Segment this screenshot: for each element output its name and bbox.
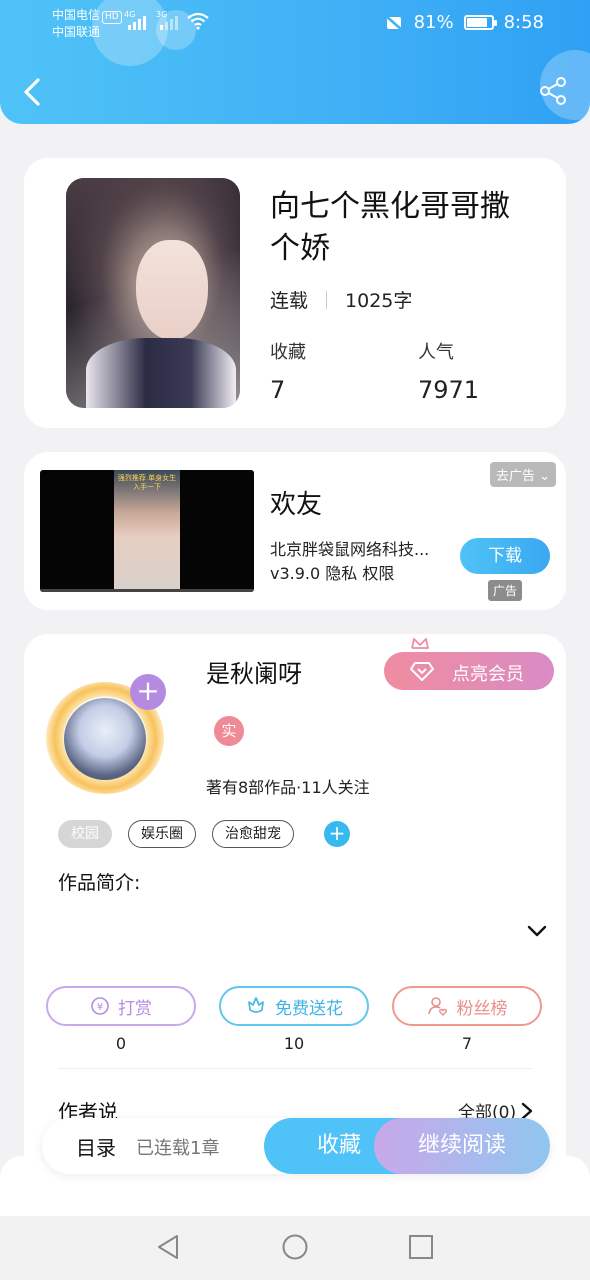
book-meta: 连载 1025字 — [270, 286, 412, 313]
mute-icon — [384, 14, 403, 31]
tag-item[interactable]: 治愈甜宠 — [212, 820, 294, 848]
fav-stat-label: 收藏 — [270, 342, 306, 363]
hd-badge: HD — [102, 11, 122, 24]
battery-icon — [463, 15, 497, 30]
fans-label: 粉丝榜 — [456, 998, 508, 1019]
fans-action: 粉丝榜 7 — [392, 986, 542, 1053]
back-icon[interactable] — [20, 76, 44, 108]
book-title: 向七个黑化哥哥撒个娇 — [270, 189, 510, 266]
carrier1-label: 中国电信 — [52, 8, 101, 22]
send-flower-button[interactable]: 免费送花 — [219, 986, 369, 1026]
add-tag-icon[interactable]: + — [324, 821, 350, 847]
wifi-icon — [187, 12, 209, 30]
ad-title: 欢友 — [270, 490, 323, 520]
flower-action: 免费送花 10 — [219, 986, 369, 1053]
genre-tags: 校园 娱乐圈 治愈甜宠 + — [58, 820, 350, 848]
intro-label: 作品简介: — [58, 872, 141, 894]
crown-icon — [411, 638, 429, 649]
toc-button[interactable]: 目录 — [76, 1132, 116, 1161]
author-avatar[interactable]: + — [46, 674, 166, 794]
tip-count: 0 — [115, 1034, 127, 1053]
nav-back-icon[interactable] — [154, 1232, 184, 1262]
system-nav-bar — [0, 1216, 590, 1280]
popularity-label: 人气 — [418, 342, 454, 363]
ad-card[interactable]: 强烈推荐 单身女生入手一下 欢友 北京胖袋鼠网络科技... v3.9.0 隐私 … — [24, 452, 566, 610]
author-name[interactable]: 是秋阑呀 — [206, 654, 302, 689]
top-header: 中国电信 HD 中国联通 4G 3G 81% 8:58 — [0, 0, 590, 124]
remove-ad-button[interactable]: 去广告 ⌄ — [489, 462, 556, 487]
author-card: + 是秋阑呀 点亮会员 实 著有8部作品·11人关注 校园 娱乐圈 治愈甜宠 +… — [24, 634, 566, 1194]
follow-plus-icon[interactable]: + — [130, 674, 166, 710]
svg-text:¥: ¥ — [97, 1002, 103, 1013]
signal-icons: 4G 3G — [124, 10, 178, 30]
nav-home-icon[interactable] — [280, 1232, 310, 1262]
tip-label: 打赏 — [118, 998, 152, 1019]
chevron-down-icon[interactable] — [526, 920, 548, 942]
tag-item[interactable]: 娱乐圈 — [128, 820, 196, 848]
tip-action: ¥ 打赏 0 — [46, 986, 196, 1053]
clock: 8:58 — [503, 12, 544, 33]
ad-company: 北京胖袋鼠网络科技... — [270, 540, 430, 559]
divider — [58, 1068, 532, 1069]
status-bar: 中国电信 HD 中国联通 4G 3G 81% 8:58 — [0, 0, 590, 48]
tip-button[interactable]: ¥ 打赏 — [46, 986, 196, 1026]
fav-stat-value: 7 — [270, 376, 286, 404]
status-right: 81% 8:58 — [384, 12, 544, 33]
popularity-stat: 人气 7971 — [418, 338, 479, 404]
flower-count: 10 — [283, 1034, 305, 1053]
action-buttons: ¥ 打赏 0 免费送花 10 粉丝榜 7 — [46, 986, 542, 1053]
popularity-value: 7971 — [418, 376, 480, 404]
diamond-icon — [410, 662, 434, 681]
divider — [326, 290, 328, 309]
tag-item[interactable]: 校园 — [58, 820, 112, 848]
chapter-progress: 已连载1章 — [136, 1138, 220, 1159]
vip-button-label: 点亮会员 — [452, 664, 524, 685]
book-status: 连载 — [270, 290, 309, 312]
verified-badge: 实 — [214, 716, 244, 746]
book-info-card: 向七个黑化哥哥撒个娇 连载 1025字 收藏 7 人气 7971 — [24, 158, 566, 428]
word-count: 1025字 — [345, 290, 413, 312]
reader-bar: 目录 已连载1章 收藏 继续阅读 — [42, 1118, 550, 1174]
signal-icon: 4G — [124, 10, 146, 30]
battery-percent: 81% — [413, 12, 454, 33]
ad-info[interactable]: v3.9.0 隐私 权限 — [270, 560, 394, 584]
vip-button[interactable]: 点亮会员 — [384, 652, 554, 690]
share-icon[interactable] — [538, 76, 568, 106]
signal-icon: 3G — [156, 10, 178, 30]
ad-download-button[interactable]: 下载 — [460, 538, 550, 574]
ad-video[interactable]: 强烈推荐 单身女生入手一下 — [40, 470, 254, 592]
fan-ranking-button[interactable]: 粉丝榜 — [392, 986, 542, 1026]
ad-badge: 广告 — [488, 580, 523, 601]
coin-icon: ¥ — [91, 997, 109, 1015]
carrier2-label: 中国联通 — [52, 25, 101, 39]
ad-video-caption: 强烈推荐 单身女生入手一下 — [117, 474, 177, 491]
book-cover-image[interactable] — [66, 178, 240, 408]
fav-stat: 收藏 7 — [270, 338, 306, 404]
flower-icon — [248, 997, 264, 1013]
carrier-info: 中国电信 HD 中国联通 — [52, 7, 122, 41]
fans-count: 7 — [461, 1034, 473, 1053]
continue-reading-button[interactable]: 继续阅读 — [374, 1118, 550, 1174]
flower-label: 免费送花 — [275, 998, 343, 1019]
author-stats: 著有8部作品·11人关注 — [206, 778, 370, 797]
fan-user-icon — [427, 997, 447, 1016]
nav-recents-icon[interactable] — [406, 1232, 436, 1262]
